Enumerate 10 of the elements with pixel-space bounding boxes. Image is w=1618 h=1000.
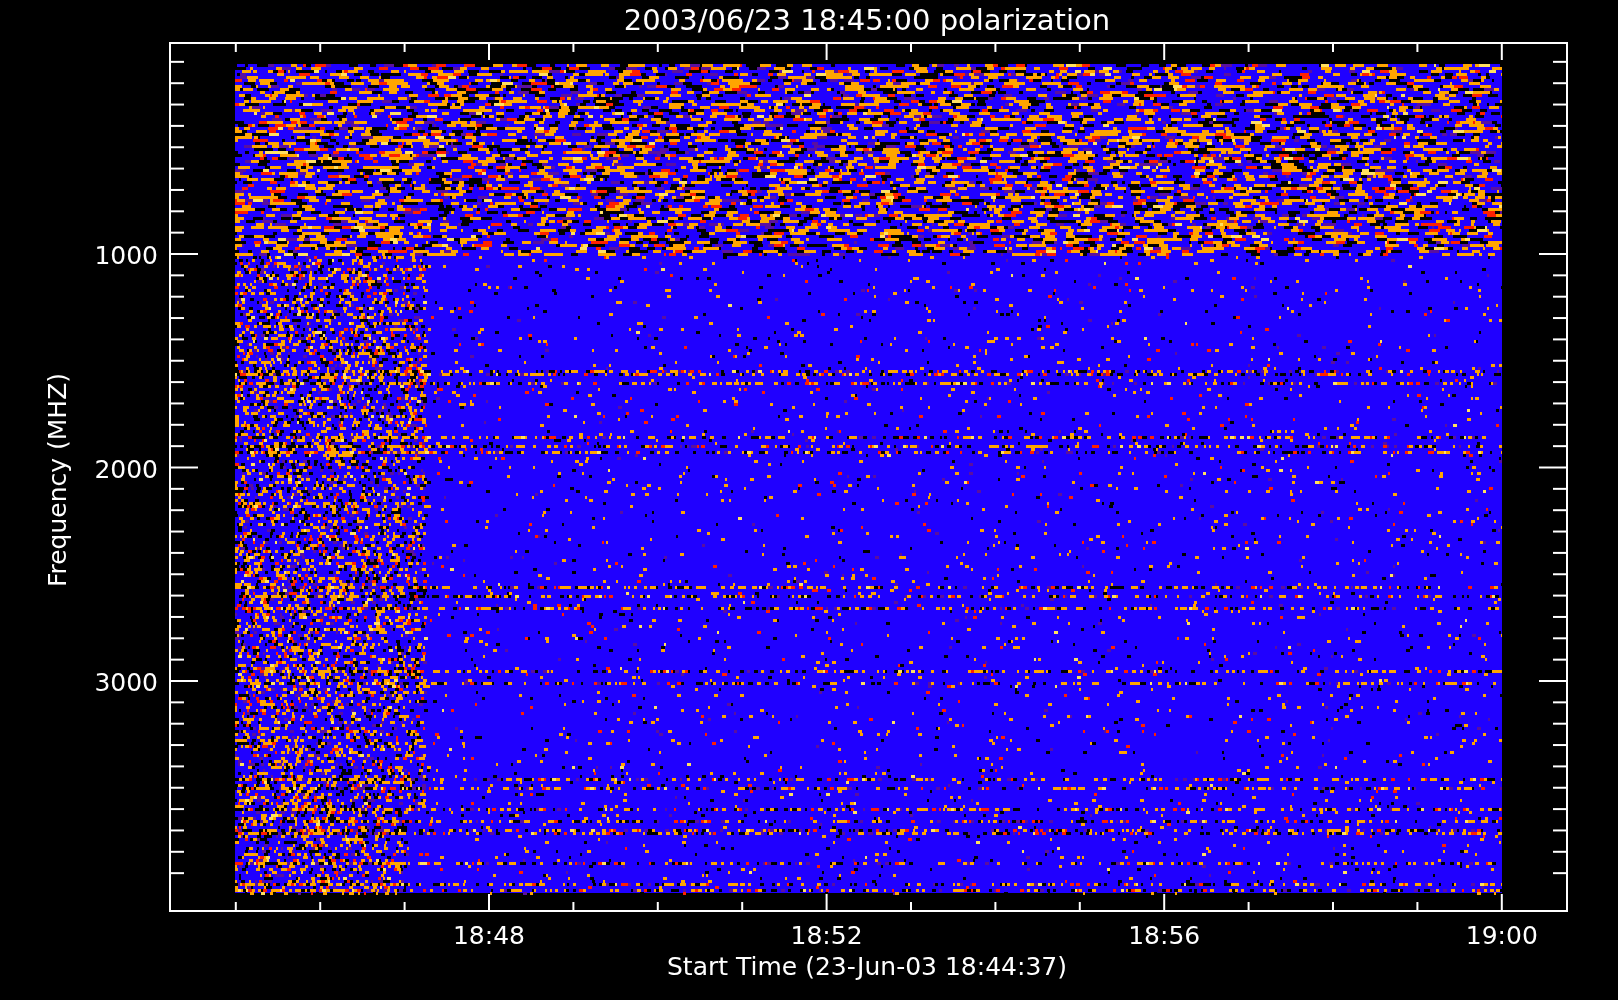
y-tick-label: 2000 [94,454,158,484]
y-axis-label: Frequency (MHZ) [43,372,72,588]
x-tick-label: 18:52 [790,921,863,950]
y-tick-label: 3000 [94,668,158,697]
y-tick-label: 1000 [94,241,158,270]
x-tick-label: 19:00 [1465,921,1538,950]
x-axis-label: Start Time (23-Jun-03 18:44:37) [667,952,1067,981]
chart-title: 2003/06/23 18:45:00 polarization [623,3,1111,37]
x-tick-label: 18:56 [1128,921,1201,950]
x-tick-label: 18:48 [453,921,525,950]
